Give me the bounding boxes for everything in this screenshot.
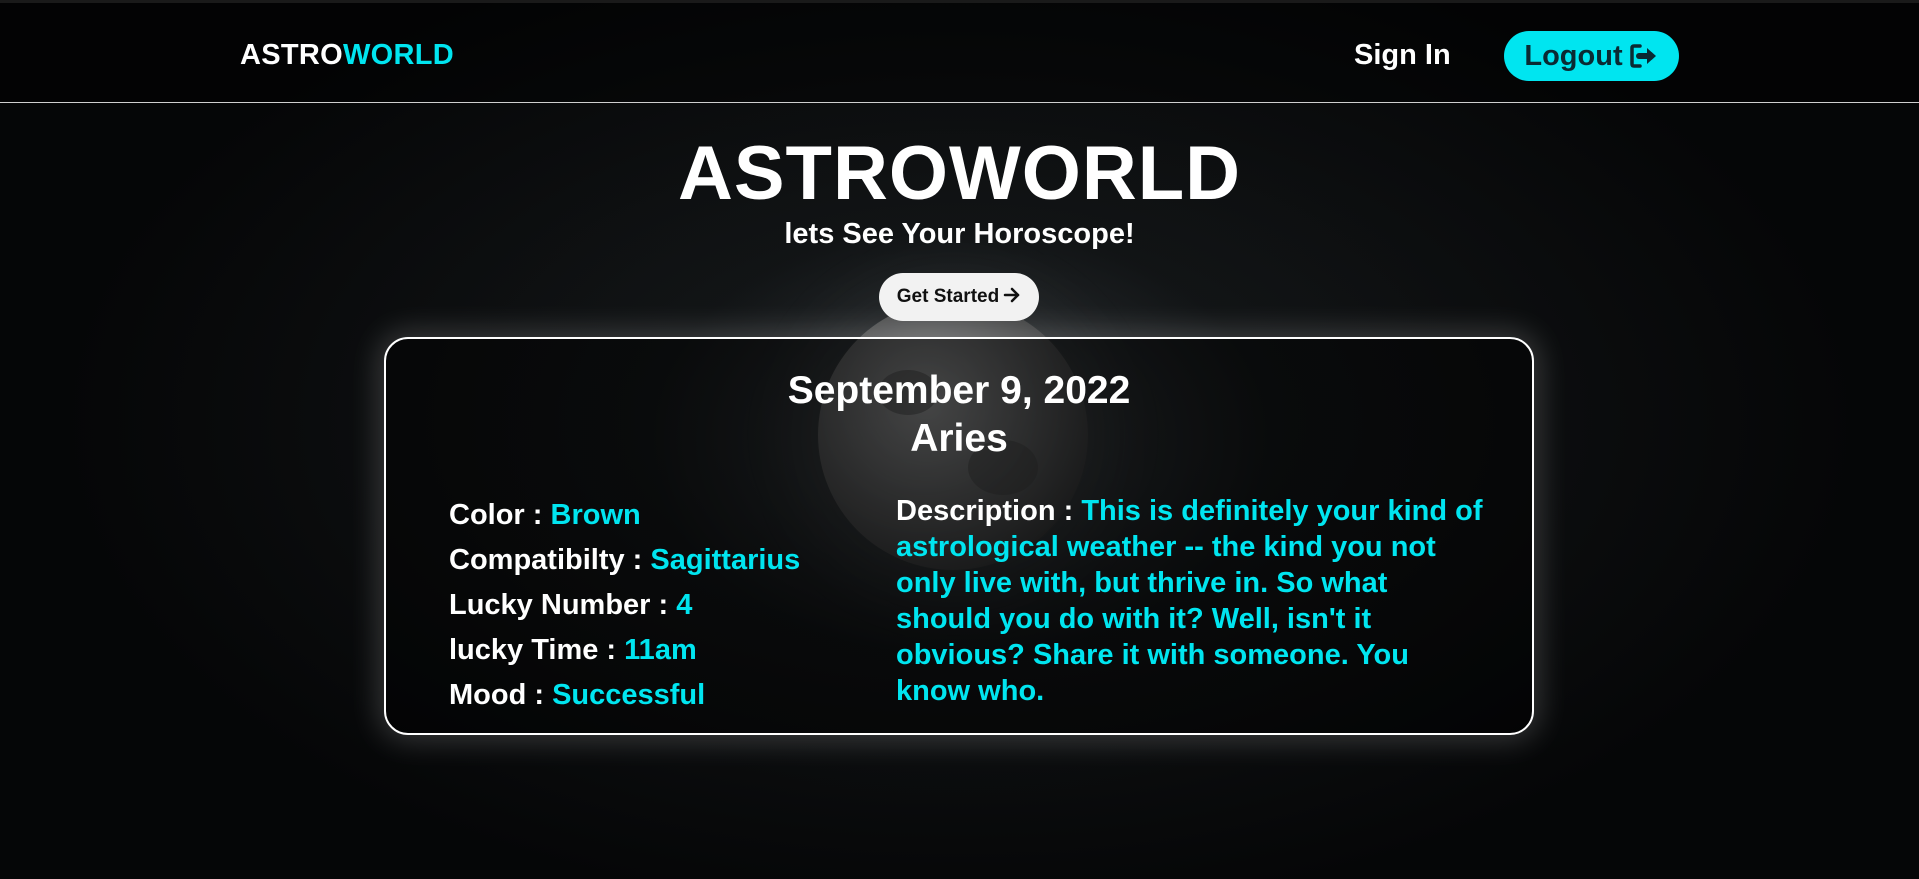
attribute-value: Brown xyxy=(550,499,641,531)
attribute-value: 4 xyxy=(676,589,693,621)
horoscope-sign: Aries xyxy=(910,417,1008,460)
attribute-mood: Mood : Successful xyxy=(449,673,869,718)
brand-part-astro: ASTRO xyxy=(240,39,343,71)
signin-link[interactable]: Sign In xyxy=(1354,39,1451,72)
attribute-compatibility: Compatibilty : Sagittarius xyxy=(449,538,869,583)
attribute-label: Lucky Number : xyxy=(449,589,677,621)
description-label: Description : xyxy=(896,495,1082,527)
attribute-label: lucky Time : xyxy=(449,634,625,666)
arrow-right-icon xyxy=(1003,287,1021,307)
attribute-label: Compatibilty : xyxy=(449,544,651,576)
hero-subtitle: lets See Your Horoscope! xyxy=(784,218,1135,250)
navbar: ASTROWORLD Sign In Logout xyxy=(0,0,1919,103)
attribute-value: 11am xyxy=(624,634,697,666)
horoscope-attributes: Color : Brown Compatibilty : Sagittarius… xyxy=(449,493,869,718)
attribute-value: Successful xyxy=(552,679,706,711)
attribute-label: Mood : xyxy=(449,679,553,711)
attribute-label: Color : xyxy=(449,499,551,531)
attribute-lucky-time: lucky Time : 11am xyxy=(449,628,869,673)
logout-button[interactable]: Logout xyxy=(1504,31,1679,81)
page: ASTROWORLD Sign In Logout ASTROWORLD let… xyxy=(0,0,1919,879)
horoscope-description: Description : This is definitely your ki… xyxy=(896,493,1486,709)
brand-part-world: WORLD xyxy=(343,39,455,71)
horoscope-card: September 9, 2022 Aries Color : Brown Co… xyxy=(384,337,1534,735)
get-started-label: Get Started xyxy=(896,286,1000,307)
attribute-lucky-number: Lucky Number : 4 xyxy=(449,583,869,628)
attribute-value: Sagittarius xyxy=(650,544,801,576)
get-started-button[interactable]: Get Started xyxy=(879,273,1039,321)
logout-icon xyxy=(1629,43,1659,69)
brand-logo[interactable]: ASTROWORLD xyxy=(240,39,454,72)
hero-title: ASTROWORLD xyxy=(677,131,1242,216)
logout-label: Logout xyxy=(1524,39,1623,72)
attribute-color: Color : Brown xyxy=(449,493,869,538)
horoscope-date: September 9, 2022 xyxy=(787,369,1131,412)
